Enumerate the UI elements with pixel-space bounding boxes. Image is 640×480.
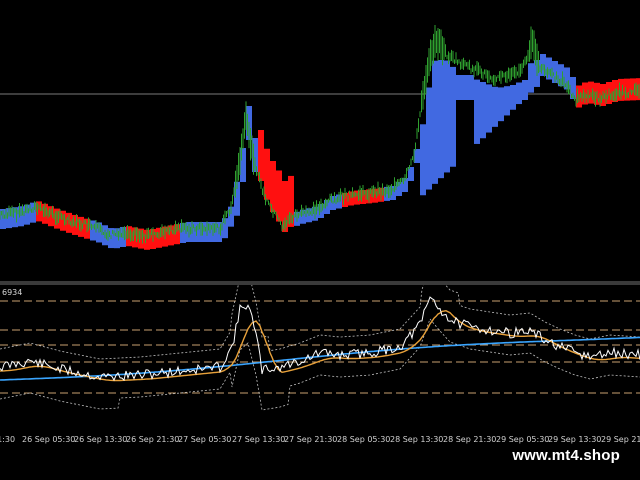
cloud-block <box>354 190 360 205</box>
cloud-block <box>60 210 66 231</box>
cloud-block <box>504 86 510 116</box>
cloud-block <box>456 75 462 100</box>
cloud-block <box>522 80 528 100</box>
cloud-block <box>480 82 486 139</box>
cloud-block <box>240 148 246 182</box>
time-axis-tick: 27 Sep 21:30 <box>284 435 338 444</box>
cloud-block <box>486 84 492 133</box>
cloud-block <box>444 60 450 173</box>
time-axis-tick: 27 Sep 13:30 <box>232 435 286 444</box>
cloud-block <box>474 79 480 144</box>
lower-band <box>0 318 640 411</box>
cloud-block <box>438 60 444 179</box>
time-axis-tick: 29 Sep 05:30 <box>496 435 550 444</box>
cloud-block <box>258 130 264 181</box>
time-axis-tick: 26 Sep 13:30 <box>74 435 128 444</box>
cloud-block <box>468 75 474 100</box>
subwindow-value-label: 6934 <box>2 288 23 297</box>
time-axis-tick: 21:30 <box>0 435 16 444</box>
cloud-block <box>528 63 534 93</box>
cloud-block <box>264 148 270 200</box>
cloud-block <box>546 57 552 80</box>
cloud-block <box>414 149 420 163</box>
cloud-block <box>192 222 198 242</box>
cloud-block <box>408 167 414 181</box>
watermark-text: www.mt4.shop <box>512 447 620 464</box>
cloud-block <box>270 161 276 212</box>
time-axis-tick: 27 Sep 05:30 <box>178 435 232 444</box>
indicator-subwindow[interactable] <box>0 285 640 430</box>
cloud-block <box>510 85 516 110</box>
cloud-block <box>90 220 96 241</box>
time-axis-tick: 29 Sep 13:30 <box>548 435 602 444</box>
cloud-block <box>498 87 504 122</box>
cloud-block <box>630 78 636 101</box>
time-axis-tick: 26 Sep 05:30 <box>22 435 76 444</box>
cloud-block <box>516 82 522 105</box>
cloud-block <box>426 87 432 190</box>
upper-band <box>0 285 640 360</box>
time-axis-tick: 28 Sep 05:30 <box>337 435 391 444</box>
cloud-block <box>492 86 498 127</box>
baseline-line <box>0 336 640 381</box>
cloud-block <box>276 170 282 222</box>
slow-line <box>0 309 640 382</box>
time-axis-tick: 28 Sep 13:30 <box>390 435 444 444</box>
cloud-block <box>450 66 456 167</box>
time-axis-tick: 28 Sep 21:30 <box>443 435 497 444</box>
indicator-bands <box>0 285 640 411</box>
time-axis-tick: 26 Sep 21:30 <box>126 435 180 444</box>
time-axis-tick: 29 Sep 21:30 <box>601 435 640 444</box>
cloud-block <box>432 60 438 184</box>
price-chart-pane[interactable] <box>0 0 640 281</box>
cloud-block <box>420 124 426 196</box>
indicator-levels <box>0 300 640 394</box>
cloud-block <box>36 201 42 222</box>
indicator-lines <box>0 296 640 382</box>
cloud-block <box>462 75 468 100</box>
